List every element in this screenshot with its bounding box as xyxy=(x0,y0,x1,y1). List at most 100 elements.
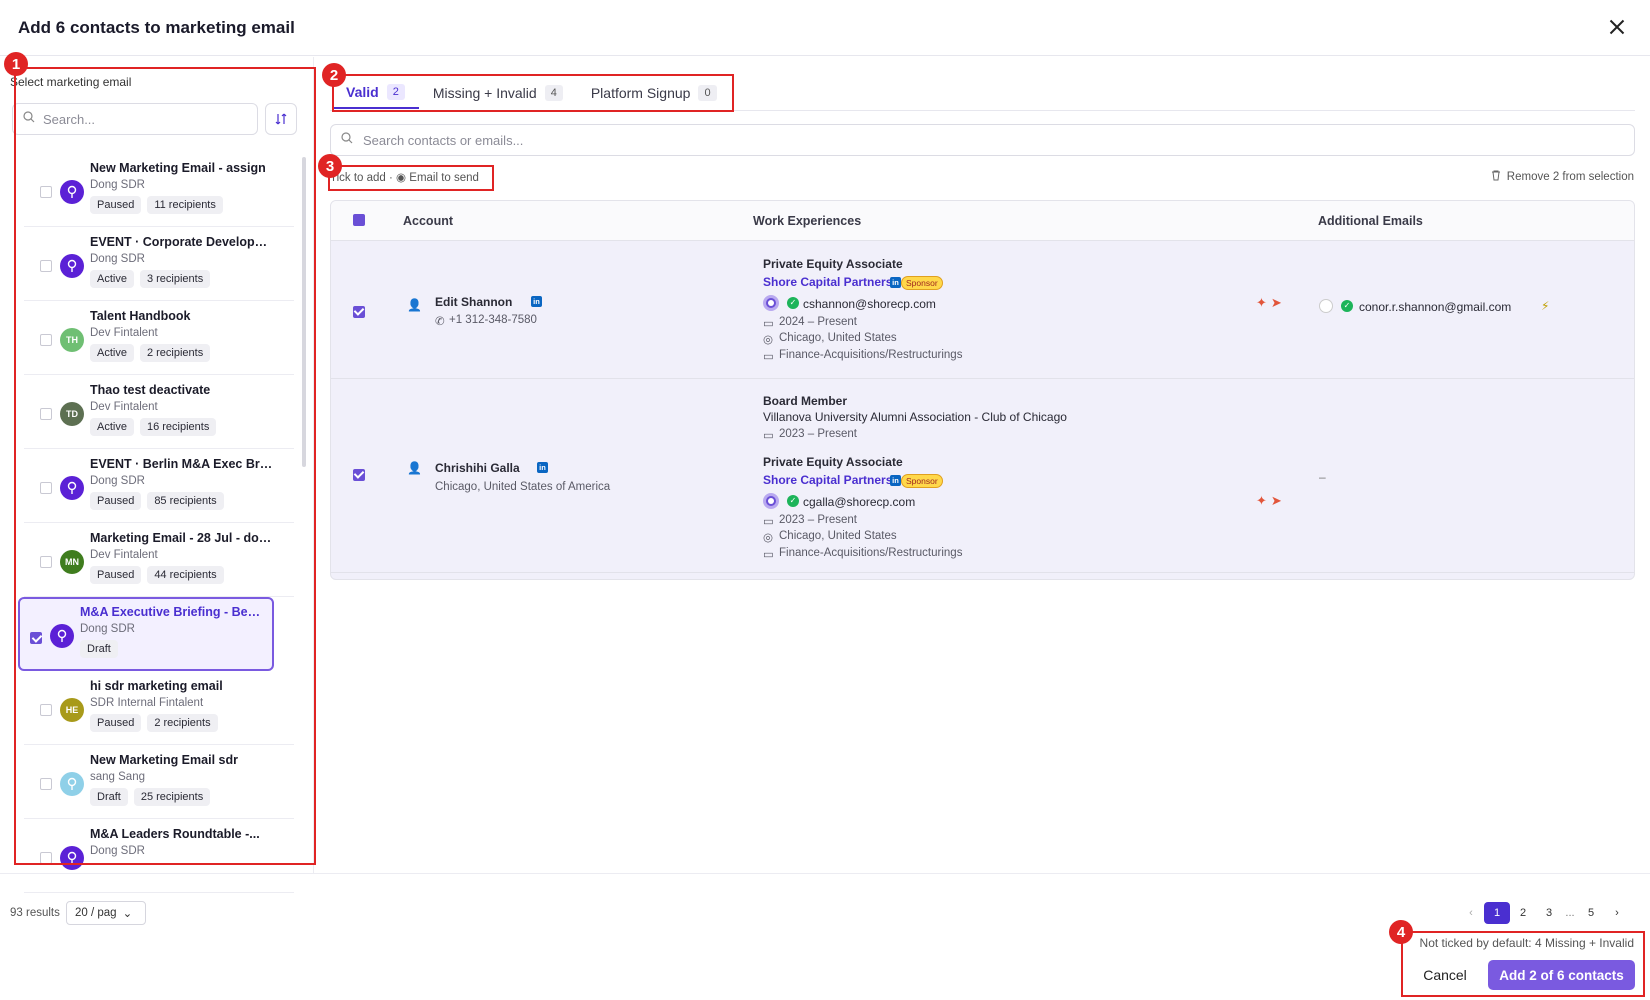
tab-count: 2 xyxy=(386,84,405,100)
next-page-button[interactable]: › xyxy=(1604,902,1630,924)
status-badge: Draft xyxy=(90,788,128,806)
contact-search-box[interactable] xyxy=(330,124,1635,156)
page-ellipsis: ... xyxy=(1565,907,1575,919)
contact-search-input[interactable] xyxy=(363,132,1634,148)
email-radio[interactable] xyxy=(763,493,779,509)
email-owner: Dong SDR xyxy=(80,623,135,635)
status-badge: Paused xyxy=(90,492,142,510)
email-checkbox[interactable] xyxy=(40,778,52,790)
email-list-scrollbar[interactable] xyxy=(302,157,306,467)
phone-icon: ✆ xyxy=(435,316,445,328)
linkedin-icon[interactable]: in xyxy=(890,475,901,486)
tab-valid[interactable]: Valid 2 xyxy=(332,77,419,109)
job-location: Chicago, United States xyxy=(779,530,897,542)
status-badge: Paused xyxy=(90,714,142,732)
email-search-input[interactable] xyxy=(43,111,257,127)
close-icon[interactable] xyxy=(1604,14,1630,40)
avatar: TD xyxy=(60,402,84,426)
email-owner: Dong SDR xyxy=(90,253,145,265)
page-1[interactable]: 1 xyxy=(1484,902,1510,924)
tab-missing-invalid[interactable]: Missing + Invalid 4 xyxy=(419,77,577,109)
briefcase-icon: ▭ xyxy=(763,549,774,561)
location-icon: ◎ xyxy=(763,334,774,346)
verified-icon: ✓ xyxy=(787,297,799,309)
copy-icon[interactable]: ⚡ xyxy=(1541,299,1549,313)
email-checkbox[interactable] xyxy=(40,556,52,568)
email-list: New Marketing Email - assign Dong SDR Paus… xyxy=(14,153,302,907)
tab-count: 0 xyxy=(698,85,717,101)
row-checkbox[interactable] xyxy=(353,469,365,481)
email-checkbox[interactable] xyxy=(40,704,52,716)
email-list-item[interactable]: EVENT · Berlin M&A Exec Briefi... Dong SD… xyxy=(24,449,294,523)
page-size-select[interactable]: 20 / pag ⌄ xyxy=(66,901,146,925)
email-checkbox[interactable] xyxy=(40,408,52,420)
linkedin-icon[interactable]: in xyxy=(890,277,901,288)
col-work-experiences: Work Experiences xyxy=(753,214,862,228)
email-checkbox[interactable] xyxy=(40,334,52,346)
sort-button[interactable] xyxy=(265,103,297,135)
annotation-badge-3: 3 xyxy=(318,154,342,178)
page-3[interactable]: 3 xyxy=(1536,902,1562,924)
select-all-checkbox[interactable] xyxy=(353,214,365,226)
contact-name[interactable]: Edit Shannon xyxy=(435,295,512,309)
avatar xyxy=(60,846,84,870)
tab-platform-signup[interactable]: Platform Signup 0 xyxy=(577,77,731,109)
results-count: 93 results xyxy=(10,907,60,919)
email-list-item[interactable]: New Marketing Email - assign Dong SDR Paus… xyxy=(24,153,294,227)
email-list-item[interactable]: EVENT · Corporate Development... Dong SDR… xyxy=(24,227,294,301)
board-org: Villanova University Alumni Association … xyxy=(763,410,1067,424)
email-list-item[interactable]: M&A Executive Briefing - Berli... Dong SD… xyxy=(18,597,274,671)
prev-page-button[interactable]: ‹ xyxy=(1458,902,1484,924)
status-badge: Active xyxy=(90,270,134,288)
email-tags: Draft xyxy=(80,640,118,658)
recipients-badge: 44 recipients xyxy=(147,566,224,584)
tab-count: 4 xyxy=(544,85,563,101)
email-list-item[interactable]: TH Talent Handbook Dev Fintalent Active 2 re… xyxy=(24,301,294,375)
page-2[interactable]: 2 xyxy=(1510,902,1536,924)
table-row[interactable]: 👤 Chrishihi Galla in Chicago, United Sta… xyxy=(331,379,1634,573)
col-additional-emails: Additional Emails xyxy=(1318,214,1423,228)
email-search-box[interactable] xyxy=(12,103,258,135)
email-selector-panel: Select marketing email New Marketing Ema… xyxy=(0,57,314,893)
email-title: hi sdr marketing email xyxy=(90,679,223,693)
email-owner: sang Sang xyxy=(90,771,145,783)
status-badge: Paused xyxy=(90,196,142,214)
annotation-badge-1: 1 xyxy=(4,52,28,76)
contact-phone: +1 312-348-7580 xyxy=(449,314,537,326)
email-list-item[interactable]: TD Thao test deactivate Dev Fintalent Activ… xyxy=(24,375,294,449)
email-list-item[interactable]: HE hi sdr marketing email SDR Internal Fin… xyxy=(24,671,294,745)
email-checkbox[interactable] xyxy=(40,482,52,494)
crm-icons[interactable]: ✦➤ xyxy=(1256,493,1286,509)
row-checkbox[interactable] xyxy=(353,306,365,318)
page-5[interactable]: 5 xyxy=(1578,902,1604,924)
email-checkbox[interactable] xyxy=(40,260,52,272)
add-contacts-modal: Add 6 contacts to marketing email Select… xyxy=(0,0,1650,1000)
email-title: M&A Leaders Roundtable -... xyxy=(90,827,260,841)
email-checkbox[interactable] xyxy=(30,632,42,644)
person-icon: 👤 xyxy=(407,298,422,312)
job-location: Chicago, United States xyxy=(779,332,897,344)
crm-icons[interactable]: ✦➤ xyxy=(1256,295,1286,311)
contacts-table: Account Work Experiences Additional Emai… xyxy=(330,200,1635,580)
recipients-badge: 2 recipients xyxy=(139,344,211,362)
linkedin-icon[interactable]: in xyxy=(537,462,548,473)
cancel-button[interactable]: Cancel xyxy=(1410,960,1480,990)
email-tags: Paused 44 recipients xyxy=(90,566,224,584)
email-radio[interactable] xyxy=(1319,299,1333,313)
remove-selection-button[interactable]: Remove 2 from selection xyxy=(1491,170,1634,184)
status-badge: Paused xyxy=(90,566,142,584)
add-contacts-button[interactable]: Add 2 of 6 contacts xyxy=(1488,960,1635,990)
contact-name[interactable]: Chrishihi Galla xyxy=(435,461,520,475)
status-badge: Active xyxy=(90,344,134,362)
linkedin-icon[interactable]: in xyxy=(531,296,542,307)
company-link[interactable]: Shore Capital Partners xyxy=(763,473,892,487)
sponsor-badge: Sponsor xyxy=(901,276,943,290)
email-checkbox[interactable] xyxy=(40,186,52,198)
email-checkbox[interactable] xyxy=(40,852,52,864)
email-list-item[interactable]: MN Marketing Email - 28 Jul - don't... Dev… xyxy=(24,523,294,597)
email-list-item[interactable]: M&A Leaders Roundtable -... Dong SDR xyxy=(24,819,294,893)
table-row[interactable]: 👤 Edit Shannon in ✆ +1 312-348-7580 Priv… xyxy=(331,241,1634,379)
company-link[interactable]: Shore Capital Partners xyxy=(763,275,892,289)
email-radio[interactable] xyxy=(763,295,779,311)
email-list-item[interactable]: New Marketing Email sdr sang Sang Draft 25 … xyxy=(24,745,294,819)
